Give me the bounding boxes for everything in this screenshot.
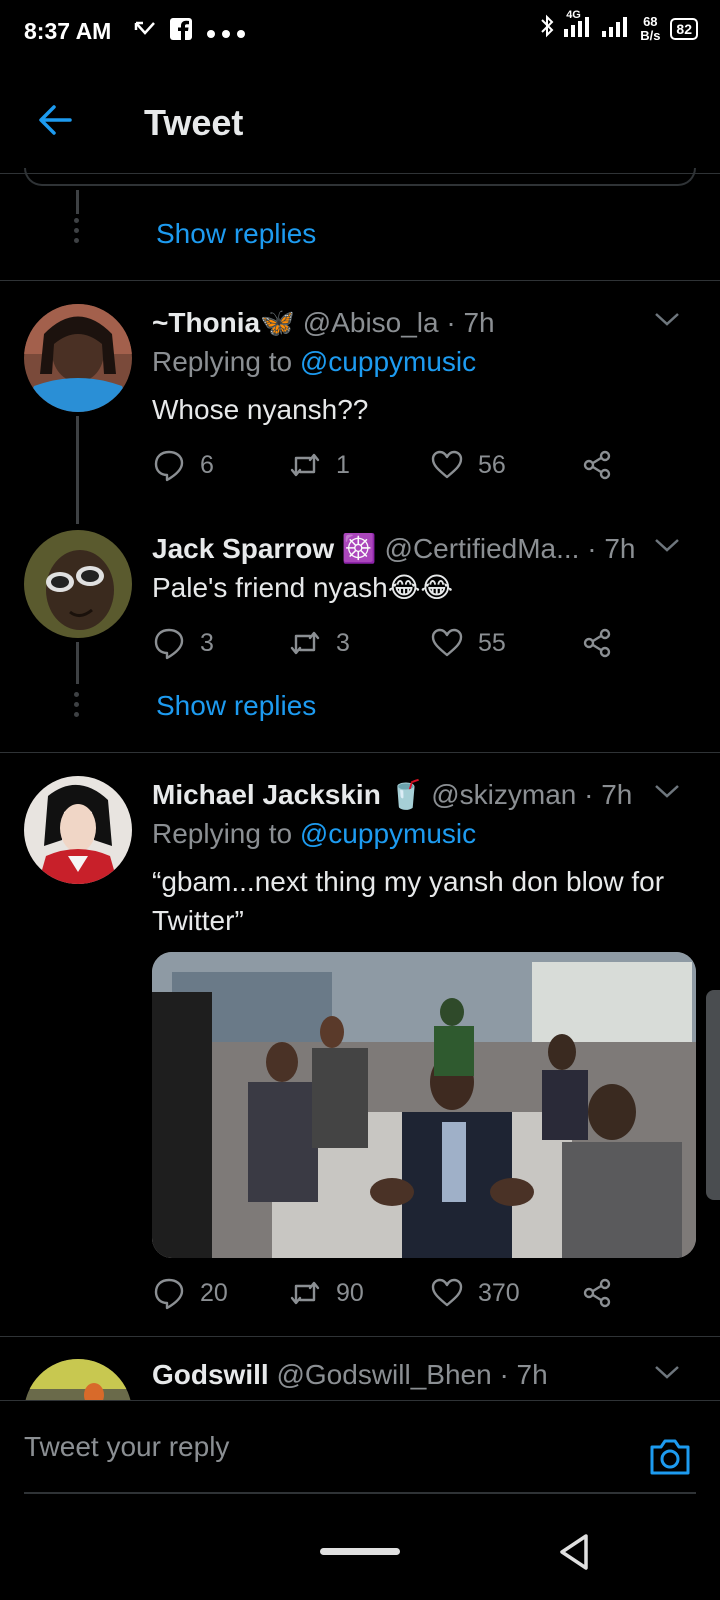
tweet-header: ~Thonia🦋 @Abiso_la · 7h bbox=[152, 306, 495, 339]
heart-icon bbox=[431, 450, 463, 479]
handle-time: @Godswill_Bhen · 7h bbox=[276, 1359, 548, 1390]
nav-back-icon[interactable] bbox=[556, 1532, 592, 1572]
display-name[interactable]: Jack Sparrow ☸️ bbox=[152, 533, 377, 564]
tweet-photo[interactable] bbox=[152, 952, 696, 1258]
system-nav-bar bbox=[0, 1500, 720, 1600]
quoted-card-edge bbox=[24, 168, 696, 186]
camera-icon bbox=[650, 1439, 690, 1475]
heart-icon bbox=[431, 1278, 463, 1307]
show-replies-link[interactable]: Show replies bbox=[156, 690, 316, 722]
share-button[interactable] bbox=[580, 626, 614, 660]
heart-icon bbox=[431, 628, 463, 657]
signal-4g-icon: 4G bbox=[564, 9, 592, 42]
like-button[interactable]: 56 bbox=[430, 448, 506, 482]
avatar[interactable] bbox=[24, 776, 132, 884]
divider bbox=[24, 1492, 696, 1494]
reply-icon bbox=[154, 450, 184, 482]
thread-dots bbox=[74, 692, 80, 717]
tweet-text: Whose nyansh?? bbox=[152, 394, 369, 425]
reply-icon bbox=[154, 1278, 184, 1310]
page-title: Tweet bbox=[144, 102, 244, 143]
chevron-down-icon[interactable] bbox=[652, 310, 682, 330]
scrollbar[interactable] bbox=[706, 990, 720, 1200]
tweet-header: Michael Jackskin 🥤 @skizyman · 7h bbox=[152, 778, 632, 811]
mention-link[interactable]: @cuppymusic bbox=[300, 818, 476, 849]
handle-time: @skizyman · 7h bbox=[431, 779, 633, 810]
tweet-actions: 20 90 370 bbox=[152, 1276, 622, 1316]
home-gesture-bar[interactable] bbox=[320, 1548, 400, 1555]
retweet-icon bbox=[290, 453, 320, 477]
status-time: 8:37 AM bbox=[24, 18, 112, 44]
thread-line bbox=[76, 642, 79, 684]
status-bar: 8:37 AM 4G 68 B/s 82 bbox=[0, 0, 720, 64]
divider bbox=[0, 280, 720, 281]
back-button[interactable] bbox=[36, 100, 76, 140]
more-notifications-icon bbox=[206, 19, 246, 45]
tweet[interactable]: Godswill @Godswill_Bhen · 7h bbox=[0, 1337, 720, 1400]
show-replies-link[interactable]: Show replies bbox=[156, 218, 316, 250]
divider bbox=[0, 752, 720, 753]
battery-indicator: 82 bbox=[670, 17, 698, 40]
tweet-actions: 3 3 55 bbox=[152, 626, 622, 666]
signal-icon bbox=[602, 15, 630, 42]
handle-time: @Abiso_la · 7h bbox=[302, 307, 495, 338]
avatar[interactable] bbox=[24, 304, 132, 412]
chevron-down-icon[interactable] bbox=[652, 782, 682, 802]
reply-composer bbox=[0, 1400, 720, 1500]
display-name[interactable]: Godswill bbox=[152, 1359, 269, 1390]
thread-line bbox=[76, 190, 79, 214]
tweet-header: Jack Sparrow ☸️ @CertifiedMa... · 7h bbox=[152, 532, 635, 565]
retweet-button[interactable]: 90 bbox=[288, 1276, 364, 1310]
display-name[interactable]: Michael Jackskin 🥤 bbox=[152, 779, 423, 810]
reply-button[interactable]: 3 bbox=[152, 626, 214, 660]
reply-button[interactable]: 6 bbox=[152, 448, 214, 482]
replying-to: Replying to @cuppymusic bbox=[152, 346, 477, 377]
retweet-icon bbox=[290, 631, 320, 655]
network-speed: 68 B/s bbox=[640, 13, 661, 43]
tweet-actions: 6 1 56 bbox=[152, 448, 622, 488]
mention-link[interactable]: @cuppymusic bbox=[300, 346, 476, 377]
like-button[interactable]: 370 bbox=[430, 1276, 520, 1310]
app-header: Tweet bbox=[0, 64, 720, 174]
bluetooth-icon bbox=[540, 14, 554, 43]
handle-time: @CertifiedMa... · 7h bbox=[384, 533, 636, 564]
tweet-text: “gbam...next thing my yansh don blow for… bbox=[152, 866, 665, 936]
reply-button[interactable]: 20 bbox=[152, 1276, 228, 1310]
camera-button[interactable] bbox=[648, 1437, 692, 1477]
share-button[interactable] bbox=[580, 448, 614, 482]
thread-line bbox=[76, 416, 79, 524]
facebook-icon bbox=[170, 18, 192, 46]
avatar[interactable] bbox=[24, 1359, 132, 1400]
chevron-down-icon[interactable] bbox=[652, 1363, 682, 1383]
missed-call-icon bbox=[134, 19, 156, 45]
display-name[interactable]: ~Thonia🦋 bbox=[152, 307, 295, 338]
replying-to: Replying to @cuppymusic bbox=[152, 818, 477, 849]
share-icon bbox=[583, 1278, 611, 1308]
retweet-button[interactable]: 1 bbox=[288, 448, 350, 482]
share-icon bbox=[583, 450, 611, 480]
tweet-header: Godswill @Godswill_Bhen · 7h bbox=[152, 1359, 548, 1391]
reply-input[interactable] bbox=[24, 1431, 604, 1463]
share-icon bbox=[583, 628, 611, 658]
retweet-button[interactable]: 3 bbox=[288, 626, 350, 660]
thread-dots bbox=[74, 218, 80, 243]
tweet-text: Pale's friend nyash😂😂 bbox=[152, 572, 454, 603]
retweet-icon bbox=[290, 1281, 320, 1305]
like-button[interactable]: 55 bbox=[430, 626, 506, 660]
reply-icon bbox=[154, 628, 184, 660]
chevron-down-icon[interactable] bbox=[652, 536, 682, 556]
back-arrow-icon bbox=[39, 105, 72, 135]
avatar[interactable] bbox=[24, 530, 132, 638]
share-button[interactable] bbox=[580, 1276, 614, 1310]
